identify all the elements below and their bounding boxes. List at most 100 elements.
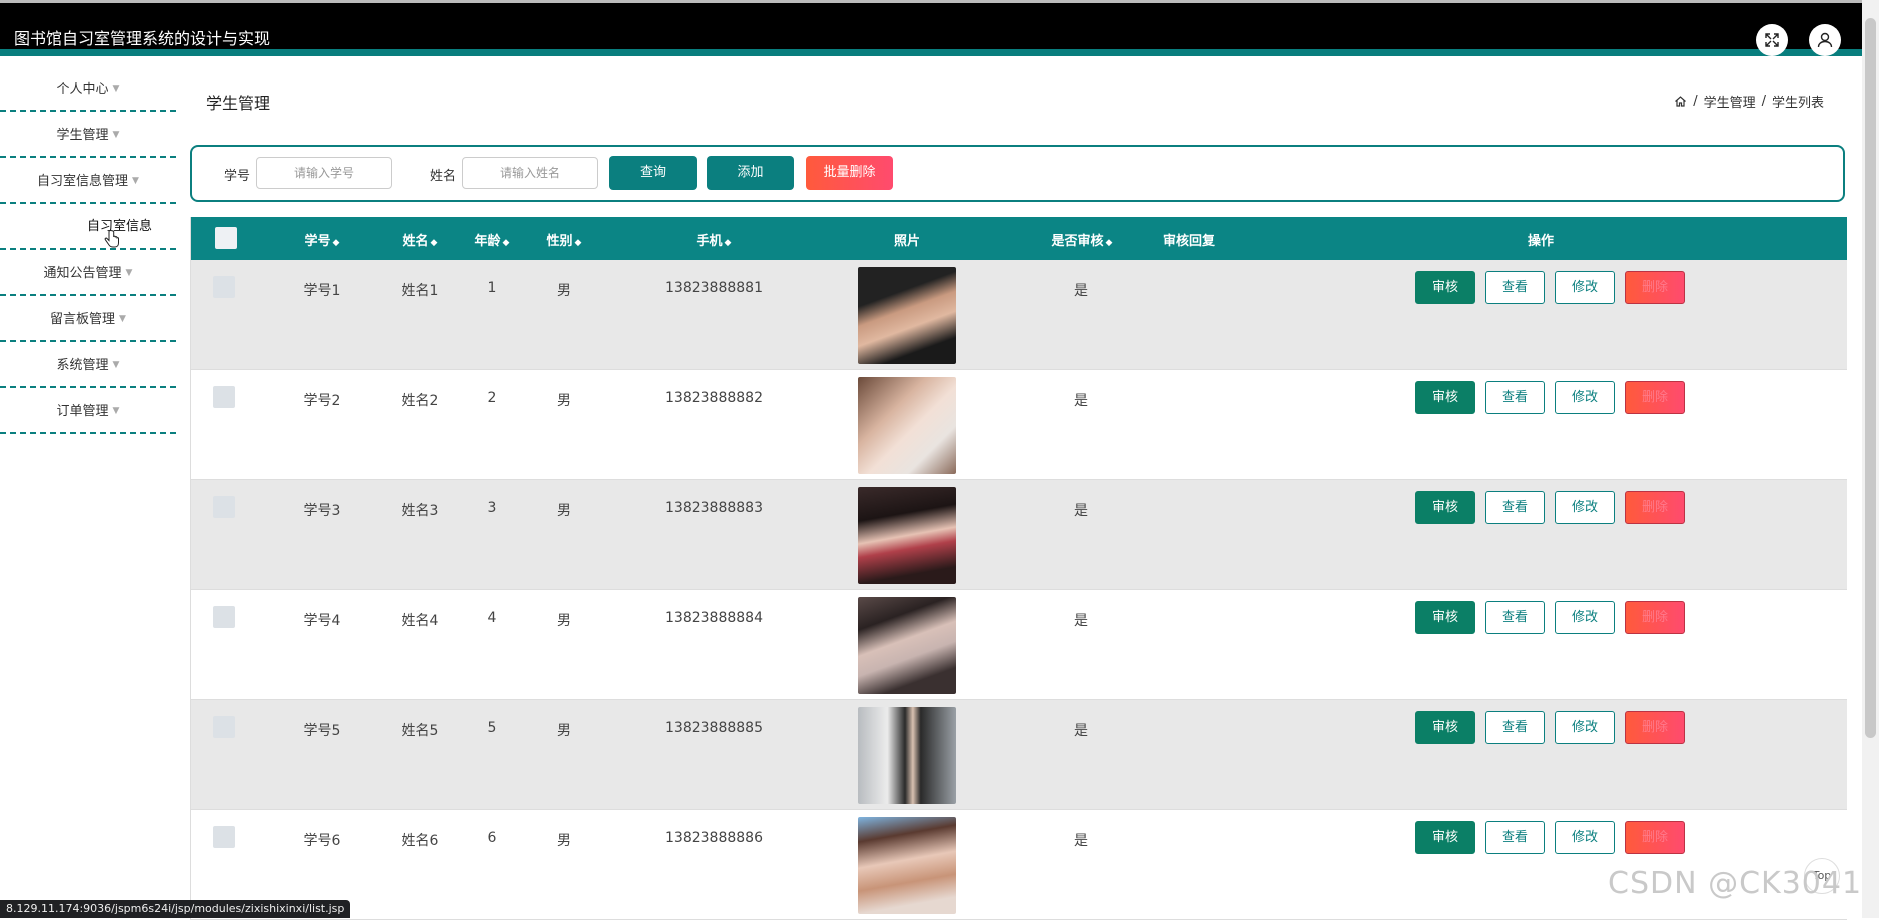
breadcrumb-student-list: 学生列表 <box>1771 96 1824 111</box>
edit-button[interactable]: 修改 <box>1555 601 1615 634</box>
row-checkbox[interactable] <box>213 826 235 848</box>
edit-button[interactable]: 修改 <box>1555 711 1615 744</box>
add-button[interactable]: 添加 <box>707 156 794 190</box>
table-row: 学号3 姓名3 3 男 13823888883 是 审核 查看 修改 删除 <box>191 480 1847 590</box>
column-header-name[interactable]: 姓名 ◆ <box>385 230 455 249</box>
name-input[interactable]: 请输入姓名 <box>462 157 598 189</box>
delete-button[interactable]: 删除 <box>1625 491 1685 524</box>
column-header-reviewed[interactable]: 是否审核 ◆ <box>1027 230 1137 249</box>
audit-button[interactable]: 审核 <box>1415 381 1475 414</box>
audit-button[interactable]: 审核 <box>1415 491 1475 524</box>
scrollbar-thumb[interactable] <box>1865 18 1876 738</box>
table-row: 学号5 姓名5 5 男 13823888885 是 审核 查看 修改 删除 <box>191 700 1847 810</box>
cell-phone: 13823888883 <box>665 500 763 516</box>
edit-button[interactable]: 修改 <box>1555 491 1615 524</box>
search-form: 学号 请输入学号 姓名 请输入姓名 查询 添加 批量删除 <box>190 145 1845 202</box>
sort-icon: ◆ <box>430 238 438 248</box>
sidebar-item-message-board-management[interactable]: 留言板管理 ▼ <box>0 296 176 342</box>
cell-reviewed: 是 <box>1074 283 1088 299</box>
breadcrumb: / 学生管理 / 学生列表 <box>1674 92 1824 111</box>
delete-button[interactable]: 删除 <box>1625 381 1685 414</box>
batch-delete-button[interactable]: 批量删除 <box>806 156 893 190</box>
cell-phone: 13823888886 <box>665 830 763 846</box>
student-photo <box>858 267 956 364</box>
breadcrumb-student-management[interactable]: 学生管理 <box>1704 92 1756 111</box>
column-header-photo: 照片 <box>893 234 920 249</box>
sidebar-item-system-management[interactable]: 系统管理 ▼ <box>0 342 176 388</box>
page-title: 学生管理 <box>206 94 271 113</box>
sidebar-item-study-room-management[interactable]: 自习室信息管理 ▼ <box>0 158 176 204</box>
view-button[interactable]: 查看 <box>1485 601 1545 634</box>
cell-phone: 13823888882 <box>665 390 763 406</box>
row-checkbox[interactable] <box>213 276 235 298</box>
cell-name: 姓名3 <box>401 503 439 519</box>
row-checkbox[interactable] <box>213 716 235 738</box>
top-bar: 图书馆自习室管理系统的设计与实现 <box>0 0 1879 56</box>
view-button[interactable]: 查看 <box>1485 491 1545 524</box>
cell-gender: 男 <box>557 723 571 739</box>
sidebar-subitem-study-room-info[interactable]: 自习室信息 <box>0 204 176 250</box>
student-photo <box>858 377 956 474</box>
audit-button[interactable]: 审核 <box>1415 271 1475 304</box>
audit-button[interactable]: 审核 <box>1415 711 1475 744</box>
cell-phone: 13823888885 <box>665 720 763 736</box>
edit-button[interactable]: 修改 <box>1555 821 1615 854</box>
delete-button[interactable]: 删除 <box>1625 821 1685 854</box>
column-header-age[interactable]: 年龄 ◆ <box>457 230 527 249</box>
chevron-down-icon: ▼ <box>119 314 126 324</box>
sort-icon: ◆ <box>724 238 732 248</box>
cell-phone: 13823888881 <box>665 280 763 296</box>
column-header-student-id[interactable]: 学号 ◆ <box>287 230 357 249</box>
sidebar-item-order-management[interactable]: 订单管理 ▼ <box>0 388 176 434</box>
delete-button[interactable]: 删除 <box>1625 711 1685 744</box>
cell-name: 姓名5 <box>401 723 439 739</box>
cell-name: 姓名4 <box>401 613 439 629</box>
view-button[interactable]: 查看 <box>1485 381 1545 414</box>
delete-button[interactable]: 删除 <box>1625 271 1685 304</box>
cell-gender: 男 <box>557 833 571 849</box>
sidebar-item-personal-center[interactable]: 个人中心 ▼ <box>0 66 176 112</box>
row-checkbox[interactable] <box>213 386 235 408</box>
view-button[interactable]: 查看 <box>1485 821 1545 854</box>
edit-button[interactable]: 修改 <box>1555 271 1615 304</box>
user-icon <box>1817 32 1833 48</box>
sidebar-item-notice-management[interactable]: 通知公告管理 ▼ <box>0 250 176 296</box>
student-id-input[interactable]: 请输入学号 <box>256 157 392 189</box>
table-row: 学号2 姓名2 2 男 13823888882 是 审核 查看 修改 删除 <box>191 370 1847 480</box>
edit-button[interactable]: 修改 <box>1555 381 1615 414</box>
select-all-checkbox[interactable] <box>215 227 237 249</box>
sort-icon: ◆ <box>1105 238 1113 248</box>
user-button[interactable] <box>1809 24 1841 56</box>
view-button[interactable]: 查看 <box>1485 711 1545 744</box>
row-checkbox[interactable] <box>213 496 235 518</box>
scrollbar[interactable] <box>1862 0 1879 918</box>
column-header-gender[interactable]: 性别 ◆ <box>529 230 599 249</box>
sidebar-item-student-management[interactable]: 学生管理 ▼ <box>0 112 176 158</box>
app-title: 图书馆自习室管理系统的设计与实现 <box>14 29 271 48</box>
student-photo <box>858 707 956 804</box>
audit-button[interactable]: 审核 <box>1415 821 1475 854</box>
expand-icon <box>1765 33 1779 47</box>
cell-gender: 男 <box>557 613 571 629</box>
chevron-down-icon: ▼ <box>112 84 120 94</box>
student-id-label: 学号 <box>224 169 251 184</box>
home-icon[interactable] <box>1674 95 1687 108</box>
cell-name: 姓名2 <box>401 393 439 409</box>
cell-student-id: 学号4 <box>303 613 341 629</box>
sort-icon: ◆ <box>574 238 582 248</box>
column-header-phone[interactable]: 手机 ◆ <box>649 230 779 249</box>
cell-reviewed: 是 <box>1074 613 1088 629</box>
row-checkbox[interactable] <box>213 606 235 628</box>
delete-button[interactable]: 删除 <box>1625 601 1685 634</box>
cell-gender: 男 <box>557 503 571 519</box>
column-header-actions: 操作 <box>1527 234 1554 249</box>
fullscreen-button[interactable] <box>1756 24 1788 56</box>
cell-student-id: 学号2 <box>303 393 341 409</box>
query-button[interactable]: 查询 <box>609 156 697 190</box>
chevron-down-icon: ▼ <box>112 130 120 140</box>
audit-button[interactable]: 审核 <box>1415 601 1475 634</box>
view-button[interactable]: 查看 <box>1485 271 1545 304</box>
cell-reviewed: 是 <box>1074 503 1088 519</box>
cell-name: 姓名1 <box>401 283 439 299</box>
cell-student-id: 学号3 <box>303 503 341 519</box>
